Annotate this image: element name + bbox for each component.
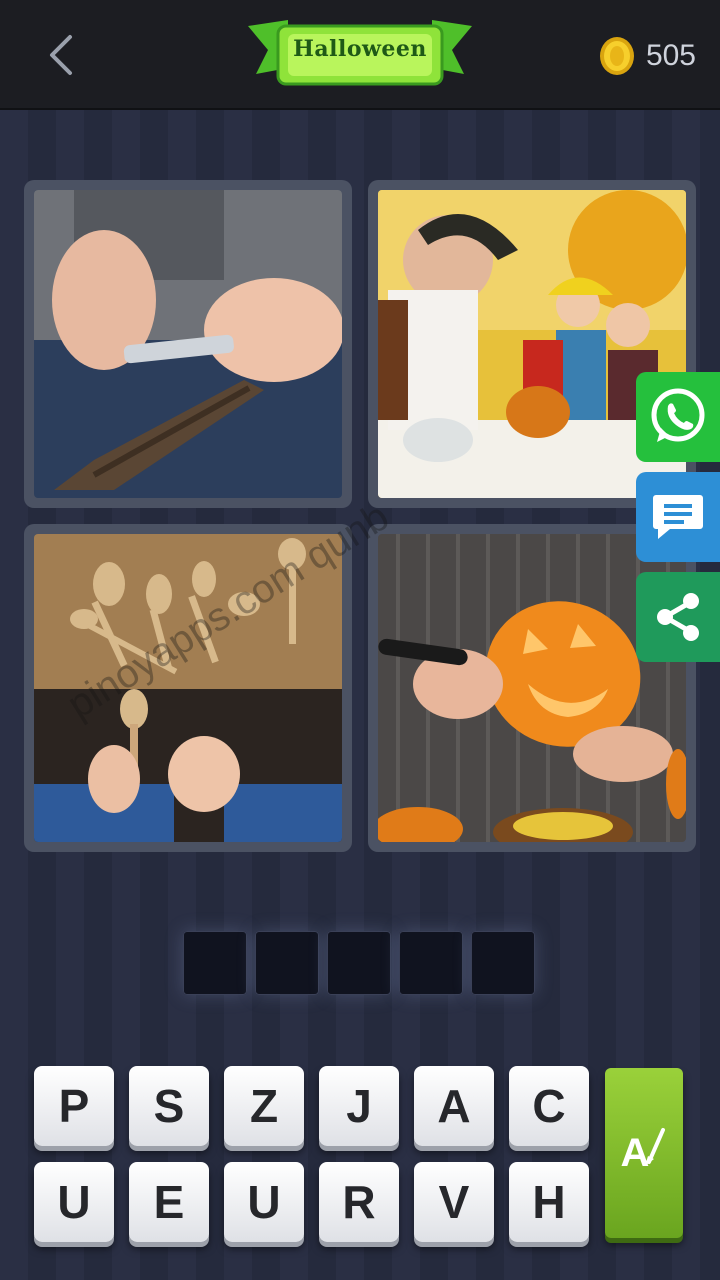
letter-key[interactable]: J	[319, 1066, 399, 1146]
clue-photo-1[interactable]	[24, 180, 352, 508]
answer-slot[interactable]	[327, 931, 391, 995]
letter-key[interactable]: Z	[224, 1066, 304, 1146]
brush-icon	[645, 1128, 666, 1166]
message-icon	[653, 495, 703, 539]
category-title: Halloween	[293, 36, 427, 62]
whatsapp-icon	[651, 388, 705, 442]
answer-slot[interactable]	[399, 931, 463, 995]
share-button[interactable]	[636, 572, 720, 662]
answer-slot[interactable]	[255, 931, 319, 995]
top-bar: Halloween 505	[0, 0, 720, 110]
letter-key[interactable]: H	[509, 1162, 589, 1242]
chevron-left-icon	[50, 35, 72, 75]
answer-slot[interactable]	[183, 931, 247, 995]
answer-slot[interactable]	[471, 931, 535, 995]
answer-slots	[183, 931, 535, 995]
photo-knife-stick	[34, 190, 342, 498]
letter-key[interactable]: R	[319, 1162, 399, 1242]
back-button[interactable]	[36, 30, 86, 80]
letter-key[interactable]: E	[129, 1162, 209, 1242]
hint-button[interactable]: A	[605, 1068, 683, 1238]
whatsapp-button[interactable]	[636, 372, 720, 462]
share-icon	[657, 593, 699, 641]
letter-key[interactable]: C	[509, 1066, 589, 1146]
gold-coin-icon	[599, 37, 634, 75]
letter-key[interactable]: U	[34, 1162, 114, 1242]
letter-key[interactable]: P	[34, 1066, 114, 1146]
letter-key[interactable]: A	[414, 1066, 494, 1146]
coin-count: 505	[645, 39, 696, 72]
coin-display[interactable]: 505	[598, 34, 696, 78]
letter-key[interactable]: V	[414, 1162, 494, 1242]
message-button[interactable]	[636, 472, 720, 562]
letter-key[interactable]: U	[224, 1162, 304, 1242]
letter-key[interactable]: S	[129, 1066, 209, 1146]
category-banner: Halloween	[248, 12, 472, 94]
